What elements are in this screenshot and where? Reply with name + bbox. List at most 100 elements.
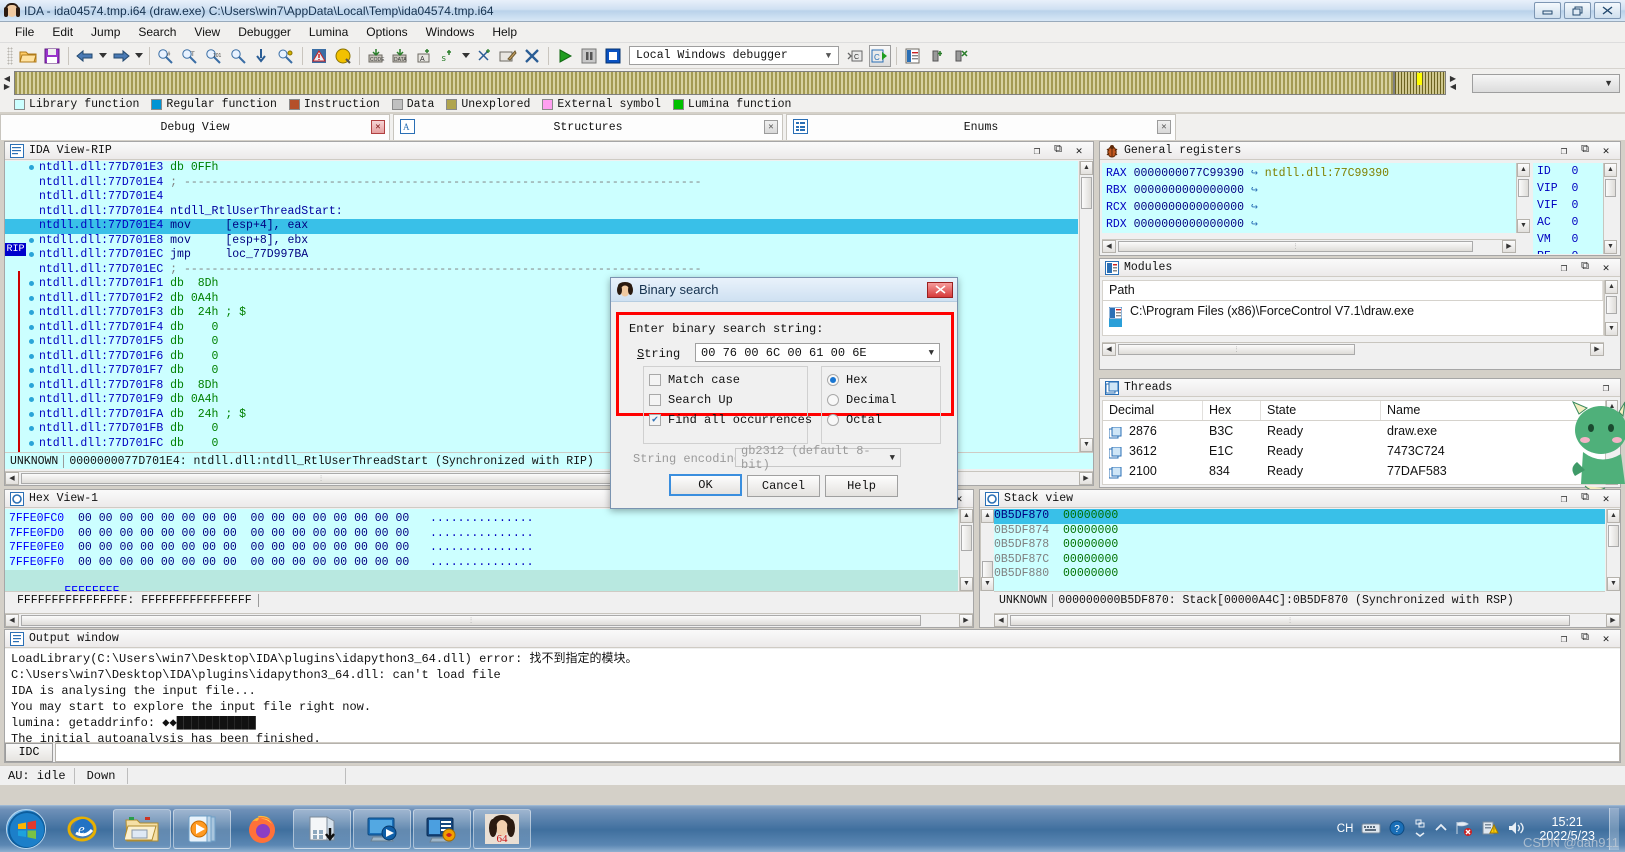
restore-icon[interactable]: ❐ bbox=[1558, 144, 1570, 158]
network-icon[interactable] bbox=[1455, 820, 1473, 839]
menu-item-jump[interactable]: Jump bbox=[82, 23, 129, 41]
scroll-down-icon[interactable]: ▼ bbox=[1604, 240, 1617, 254]
scroll-up-icon[interactable]: ▲ bbox=[1605, 280, 1618, 294]
action-center-icon[interactable]: ! bbox=[1481, 820, 1500, 839]
struct-dropdown-icon[interactable] bbox=[461, 45, 471, 67]
radio-octal[interactable]: Octal bbox=[827, 410, 896, 430]
modules-vertical-scrollbar[interactable]: ▲ ▼ bbox=[1604, 280, 1618, 336]
ida-view-vertical-scrollbar[interactable]: ▲ ▼ bbox=[1079, 161, 1093, 452]
navband-selector[interactable]: ▼ bbox=[1472, 73, 1620, 93]
close-icon[interactable]: ✕ bbox=[1600, 261, 1612, 275]
stack-row[interactable]: 0B5DF874 00000000 bbox=[994, 524, 1605, 539]
run-icon[interactable] bbox=[554, 45, 576, 67]
menu-item-help[interactable]: Help bbox=[483, 23, 526, 41]
disassembly-line[interactable]: ntdll.dll:77D701E4 ; -------------------… bbox=[5, 176, 1078, 191]
binary-search-string-input[interactable]: 00 76 00 6C 00 61 00 6E ▼ bbox=[695, 343, 940, 362]
menu-item-edit[interactable]: Edit bbox=[43, 23, 82, 41]
breakpoint-bullet[interactable] bbox=[29, 440, 34, 446]
navband-scroll-arrows[interactable]: ◀ ▶ bbox=[0, 71, 14, 95]
close-icon[interactable] bbox=[927, 281, 953, 298]
scroll-up-icon[interactable]: ▲ bbox=[1607, 509, 1620, 523]
table-row[interactable]: C:\Program Files (x86)\ForceControl V7.1… bbox=[1103, 301, 1603, 321]
undefine-icon[interactable] bbox=[521, 45, 543, 67]
hex-row[interactable]: 7FFE0FF0 00 00 00 00 00 00 00 00 00 00 0… bbox=[9, 556, 958, 571]
breakpoint-bullet[interactable] bbox=[29, 397, 34, 402]
forward-arrow-icon[interactable] bbox=[110, 45, 132, 67]
navband-zoom-arrows[interactable]: ▶ ◀ bbox=[1446, 71, 1460, 95]
menu-item-search[interactable]: Search bbox=[129, 23, 185, 41]
address-overview-zoom-strip[interactable] bbox=[1394, 71, 1446, 95]
minimize-button[interactable] bbox=[1534, 2, 1561, 19]
make-array-icon[interactable] bbox=[473, 45, 495, 67]
hex-dump-area[interactable]: 7FFE0FC0 00 00 00 00 00 00 00 00 00 00 0… bbox=[5, 509, 958, 591]
make-data-icon[interactable]: DATA bbox=[389, 45, 411, 67]
search-text-icon[interactable]: T bbox=[179, 45, 201, 67]
help-icon[interactable]: ? bbox=[1389, 820, 1405, 839]
close-icon[interactable]: ✕ bbox=[764, 120, 778, 134]
start-button[interactable] bbox=[0, 807, 52, 852]
stack-row[interactable]: 0B5DF880 00000000 bbox=[994, 567, 1605, 582]
scroll-left-icon[interactable]: ◀ bbox=[1102, 240, 1116, 253]
scroll-up-icon[interactable]: ▲ bbox=[1080, 161, 1093, 175]
register-row[interactable]: RDX 0000000000000000 ↪ bbox=[1106, 216, 1516, 233]
menu-item-debugger[interactable]: Debugger bbox=[229, 23, 300, 41]
table-row[interactable]: 2100 834 Ready 77DAF583 bbox=[1103, 461, 1617, 481]
scroll-right-icon[interactable]: ▶ bbox=[1606, 614, 1620, 627]
scroll-up-icon[interactable]: ▲ bbox=[1604, 163, 1617, 177]
taskbar-windows-explorer[interactable] bbox=[113, 809, 171, 849]
register-row[interactable]: RCX 0000000000000000 ↪ bbox=[1106, 199, 1516, 216]
breakpoint-bullet[interactable] bbox=[29, 411, 34, 417]
restore-icon[interactable]: ❐ bbox=[1558, 261, 1570, 275]
add-breakpoint-icon[interactable] bbox=[926, 45, 948, 67]
detach-process-icon[interactable]: C bbox=[845, 45, 867, 67]
float-icon[interactable]: ⧉ bbox=[1579, 632, 1591, 646]
scroll-thumb[interactable] bbox=[1605, 179, 1616, 197]
scroll-left-icon[interactable]: ◀ bbox=[994, 614, 1008, 627]
scroll-left-icon[interactable]: ◀ bbox=[5, 614, 19, 627]
help-button[interactable]: Help bbox=[825, 475, 898, 497]
search-up-checkbox[interactable]: Search Up bbox=[649, 390, 812, 410]
disassembly-line[interactable]: ntdll.dll:77D701E3 db 0FFh bbox=[5, 161, 1078, 176]
flag-row[interactable]: VIP 0 bbox=[1537, 180, 1603, 197]
open-file-icon[interactable] bbox=[17, 45, 39, 67]
hex-view-vertical-scrollbar[interactable]: ▲ ▼ bbox=[959, 509, 973, 591]
rename-icon[interactable] bbox=[497, 45, 519, 67]
menu-item-options[interactable]: Options bbox=[357, 23, 416, 41]
idc-button[interactable]: IDC bbox=[5, 743, 53, 762]
scroll-thumb[interactable] bbox=[961, 525, 972, 551]
search-number-icon[interactable]: # bbox=[155, 45, 177, 67]
breakpoint-list-icon[interactable] bbox=[902, 45, 924, 67]
restore-icon[interactable]: ❐ bbox=[1031, 144, 1043, 158]
scroll-thumb[interactable] bbox=[1606, 296, 1617, 314]
scroll-thumb[interactable] bbox=[1608, 525, 1619, 547]
scroll-right-icon[interactable]: ▶ bbox=[1079, 472, 1093, 485]
toolbar-grip[interactable] bbox=[7, 46, 13, 65]
flags-list[interactable]: ID 0VIP 0VIF 0AC 0VM 0RF 0 bbox=[1533, 163, 1603, 254]
back-dropdown-icon[interactable] bbox=[98, 45, 108, 67]
menu-item-view[interactable]: View bbox=[185, 23, 229, 41]
scroll-down-icon[interactable]: ▼ bbox=[981, 577, 994, 591]
scroll-down-icon[interactable]: ▼ bbox=[1605, 322, 1618, 336]
scroll-thumb[interactable] bbox=[1081, 177, 1092, 209]
disassembly-line[interactable]: ntdll.dll:77D701E4 bbox=[5, 190, 1078, 205]
scroll-right-icon[interactable]: ▶ bbox=[959, 614, 973, 627]
restore-icon[interactable]: ❐ bbox=[1600, 381, 1612, 395]
scroll-thumb[interactable]: ⫶ bbox=[1118, 344, 1355, 355]
disassembly-line[interactable]: ntdll.dll:77D701E8 mov [esp+8], ebx bbox=[5, 234, 1078, 249]
stack-row[interactable]: 0B5DF87C 00000000 bbox=[994, 553, 1605, 568]
match-case-checkbox[interactable]: Match case bbox=[649, 370, 812, 390]
stack-dump-area[interactable]: 0B5DF870 00000000 0B5DF874 00000000 0B5DF8… bbox=[994, 509, 1605, 591]
ok-button[interactable]: OK bbox=[669, 474, 742, 496]
save-file-icon[interactable] bbox=[41, 45, 63, 67]
float-icon[interactable]: ⧉ bbox=[1052, 144, 1064, 158]
find-all-occurrences-checkbox[interactable]: ✔ Find all occurrences bbox=[649, 410, 812, 430]
scroll-up-icon[interactable]: ▲ bbox=[981, 509, 994, 523]
breakpoint-bullet[interactable] bbox=[29, 237, 34, 243]
disassembly-line[interactable]: ntdll.dll:77D701EC ; -------------------… bbox=[5, 263, 1078, 278]
scroll-left-icon[interactable]: ◀ bbox=[1102, 343, 1116, 356]
scroll-thumb[interactable]: ⫶ bbox=[1010, 615, 1570, 626]
make-code-icon[interactable]: CODE bbox=[365, 45, 387, 67]
disassembly-line[interactable]: ntdll.dll:77D701EC jmp loc_77D997BA bbox=[5, 248, 1078, 263]
search-key-icon[interactable] bbox=[275, 45, 297, 67]
disassembly-line[interactable]: ntdll.dll:77D701E4 mov [esp+4], eax bbox=[5, 219, 1078, 234]
